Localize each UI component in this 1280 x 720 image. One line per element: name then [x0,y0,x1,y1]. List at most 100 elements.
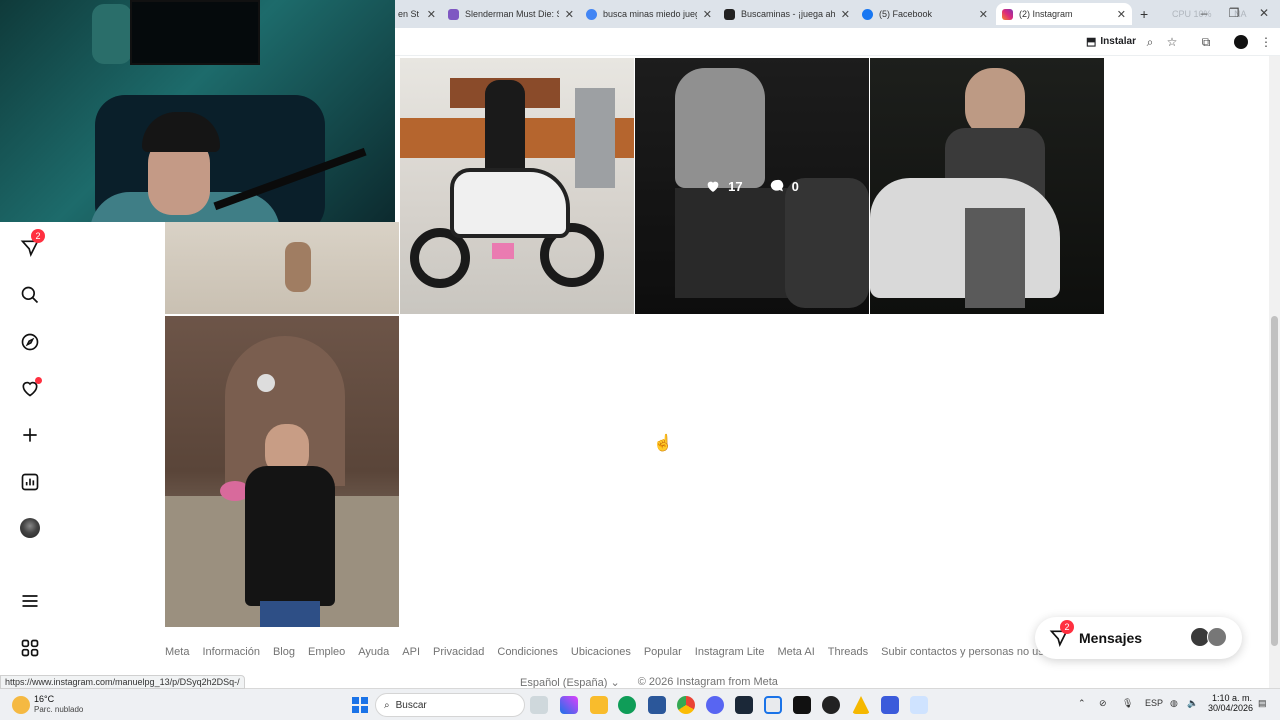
close-tab-icon[interactable]: ✕ [979,8,988,21]
footer-link[interactable]: Instagram Lite [695,646,765,660]
post-thumbnail-scooter-smile[interactable] [870,58,1104,314]
volume-icon[interactable]: 🔈 [1187,698,1198,709]
file-explorer-icon[interactable] [590,696,608,714]
messages-pill-button[interactable]: 2 Mensajes [1035,617,1242,659]
footer-link[interactable]: Subir contactos y personas no usuarias [881,646,1050,660]
google-icon [586,8,597,20]
webcam-background-figure [92,4,132,64]
search-icon: ⌕ [384,699,390,711]
post-image-detail [575,88,615,188]
browser-menu-icon[interactable]: ⋮ [1258,34,1274,50]
footer-link[interactable]: API [402,646,420,660]
messages-label: Mensajes [1079,630,1143,646]
cpu-label: CPU [1172,9,1192,19]
clock[interactable]: 1:10 a. m. 30/04/2026 [1208,693,1253,713]
create-icon[interactable] [19,424,41,446]
footer-link[interactable]: Información [202,646,259,660]
notifications-dot [35,377,42,384]
install-label: Instalar [1100,36,1136,47]
status-url: https://www.instagram.com/manuelpg_13/p/… [0,675,245,689]
footer-link[interactable]: Privacidad [433,646,484,660]
language-indicator[interactable]: ESP [1145,698,1163,708]
network-off-icon[interactable]: ⊘ [1099,698,1107,709]
post-image-detail [450,168,570,238]
webcam-monitor [130,0,260,65]
task-view-icon[interactable] [530,696,548,714]
close-tab-icon[interactable]: ✕ [565,8,574,21]
post-thumbnail-night-scooter[interactable]: 17 0 [635,58,869,314]
close-window-icon[interactable]: ✕ [1256,5,1272,21]
edge-icon[interactable] [618,696,636,714]
messages-icon[interactable]: 2 [19,229,45,259]
footer-link[interactable]: Ayuda [358,646,389,660]
profile-avatar[interactable] [1234,35,1248,49]
browser-tab[interactable]: Buscaminas - ¡juega ahora ✕ [718,3,856,25]
post-thumbnail-beach[interactable] [165,222,399,314]
steam-icon[interactable] [735,696,753,714]
windows-start-icon[interactable] [352,697,368,713]
taskbar-search[interactable]: ⌕ Buscar [375,693,525,717]
extensions-icon[interactable]: ⧉ [1198,34,1214,50]
dashboard-icon[interactable] [19,471,41,493]
messages-badge: 2 [1060,620,1074,634]
browser-tab[interactable]: busca minas miedo juego ✕ [580,3,718,25]
footer-link[interactable]: Condiciones [497,646,558,660]
copilot-icon[interactable] [560,696,578,714]
tab-title: (2) Instagram [1019,9,1073,19]
store-icon[interactable] [648,696,666,714]
search-icon[interactable] [19,284,41,306]
tab-favicon-icon [724,8,735,20]
app-icon[interactable] [910,696,928,714]
browser-tab-active[interactable]: (2) Instagram ✕ [996,3,1132,25]
post-thumbnail-motorcycle-kitchen[interactable] [400,58,634,314]
tab-title: Buscaminas - ¡juega ahora [741,9,835,19]
messages-badge: 2 [31,229,45,243]
clock-time: 1:10 a. m. [1211,693,1252,703]
post-image-detail [492,243,514,259]
active-app-icon[interactable] [764,696,782,714]
restore-icon[interactable]: ❐ [1226,5,1242,21]
facebook-icon [862,8,873,20]
close-tab-icon[interactable]: ✕ [703,8,712,21]
close-tab-icon[interactable]: ✕ [841,8,850,21]
footer-link[interactable]: Blog [273,646,295,660]
windows-taskbar: 16°C Parc. nublado ⌕ Buscar ⌃ ⊘ 🎙 ESP ◍ … [0,688,1280,720]
footer-link[interactable]: Ubicaciones [571,646,631,660]
bookmark-star-icon[interactable]: ☆ [1164,34,1180,50]
discord-icon[interactable] [706,696,724,714]
browser-tab[interactable]: (5) Facebook ✕ [856,3,994,25]
chevron-up-icon[interactable]: ⌃ [1078,698,1086,709]
post-image-detail [257,374,275,392]
more-icon[interactable] [19,590,41,612]
install-app-button[interactable]: ⬒ Instalar [1086,35,1136,48]
apps-icon[interactable] [19,637,41,659]
zoom-icon[interactable]: ⌕ [1142,34,1158,50]
tab-title: (5) Facebook [879,9,933,19]
footer-link[interactable]: Empleo [308,646,345,660]
mic-icon[interactable]: 🎙 [1122,698,1133,709]
warning-icon[interactable] [852,696,870,714]
instagram-icon [1002,8,1013,20]
chrome-icon[interactable] [677,696,695,714]
notifications-icon[interactable] [19,377,42,399]
close-tab-icon[interactable]: ✕ [1117,8,1126,21]
obs-icon[interactable] [822,696,840,714]
app-icon[interactable] [881,696,899,714]
close-tab-icon[interactable]: ✕ [427,8,436,21]
minimize-icon[interactable]: – [1196,5,1212,21]
scrollbar-thumb[interactable] [1271,316,1278,646]
profile-avatar [20,518,40,538]
notification-center-icon[interactable]: ▤ [1258,698,1267,709]
footer-link[interactable]: Popular [644,646,682,660]
explore-icon[interactable] [19,331,41,353]
footer-link[interactable]: Meta AI [777,646,814,660]
footer-link[interactable]: Meta [165,646,189,660]
browser-tab[interactable]: en St ✕ [392,3,442,25]
post-thumbnail-church[interactable] [165,316,399,627]
tiktok-icon[interactable] [793,696,811,714]
footer-link[interactable]: Threads [828,646,868,660]
weather-temp: 16°C [34,694,55,704]
profile-icon[interactable] [19,517,41,539]
wifi-icon[interactable]: ◍ [1170,698,1178,709]
browser-tab[interactable]: Slenderman Must Die: Sil ✕ [442,3,580,25]
